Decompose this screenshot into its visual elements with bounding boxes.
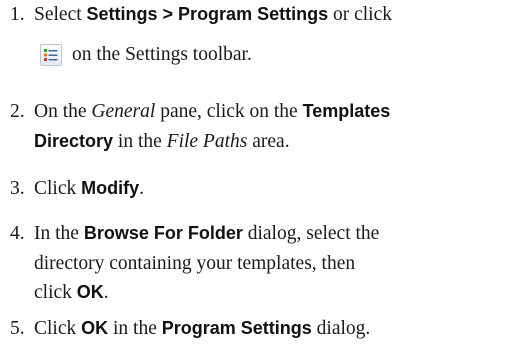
step-text-line: In the Browse For Folder dialog, select … [34,223,379,245]
step-text-line: Click Modify. [34,178,144,200]
dialog-name: Browse For Folder [83,223,243,243]
pane-name: General [91,101,156,122]
step-text-line: directory containing your templates, the… [34,253,355,275]
text: click [34,282,77,303]
text: On the [34,101,92,122]
step-number: 4. [10,223,25,244]
text: Click [34,318,82,339]
dialog-name: Program Settings [161,318,312,338]
area-name: File Paths [166,131,248,152]
text: pane, click on the [155,101,303,122]
step-number: 3. [10,178,25,199]
program-settings-icon [40,44,62,66]
text: . [139,178,144,199]
step-text-line: Click OK in the Program Settings dialog. [34,318,370,340]
step-number: 5. [10,318,25,339]
text: in the [113,131,167,152]
setting-name: Directory [34,131,114,151]
button-name: OK [81,318,109,338]
text: . [103,282,109,303]
text: in the [108,318,162,339]
setting-name: Templates [302,101,391,121]
menu-path: Settings > Program Settings [86,4,329,24]
text: dialog, select the [242,223,380,244]
step-number: 2. [10,101,25,122]
button-name: Modify [81,178,140,198]
step-text-line: Directory in the File Paths area. [34,131,290,153]
text: on the Settings toolbar. [72,44,252,65]
button-name: OK [76,282,104,302]
step-text-line: Select Settings > Program Settings or cl… [34,4,392,26]
step-number: 1. [10,4,25,25]
text: Select [34,4,87,25]
text: or click [328,4,392,25]
step-text-line: click OK. [34,282,109,304]
text: dialog. [311,318,371,339]
text: Click [34,178,82,199]
text: directory containing your templates, the… [34,253,356,274]
text: In the [34,223,84,244]
step-text-line: on the Settings toolbar. [72,44,252,66]
text: area. [247,131,290,152]
step-text-line: On the General pane, click on the Templa… [34,101,390,123]
